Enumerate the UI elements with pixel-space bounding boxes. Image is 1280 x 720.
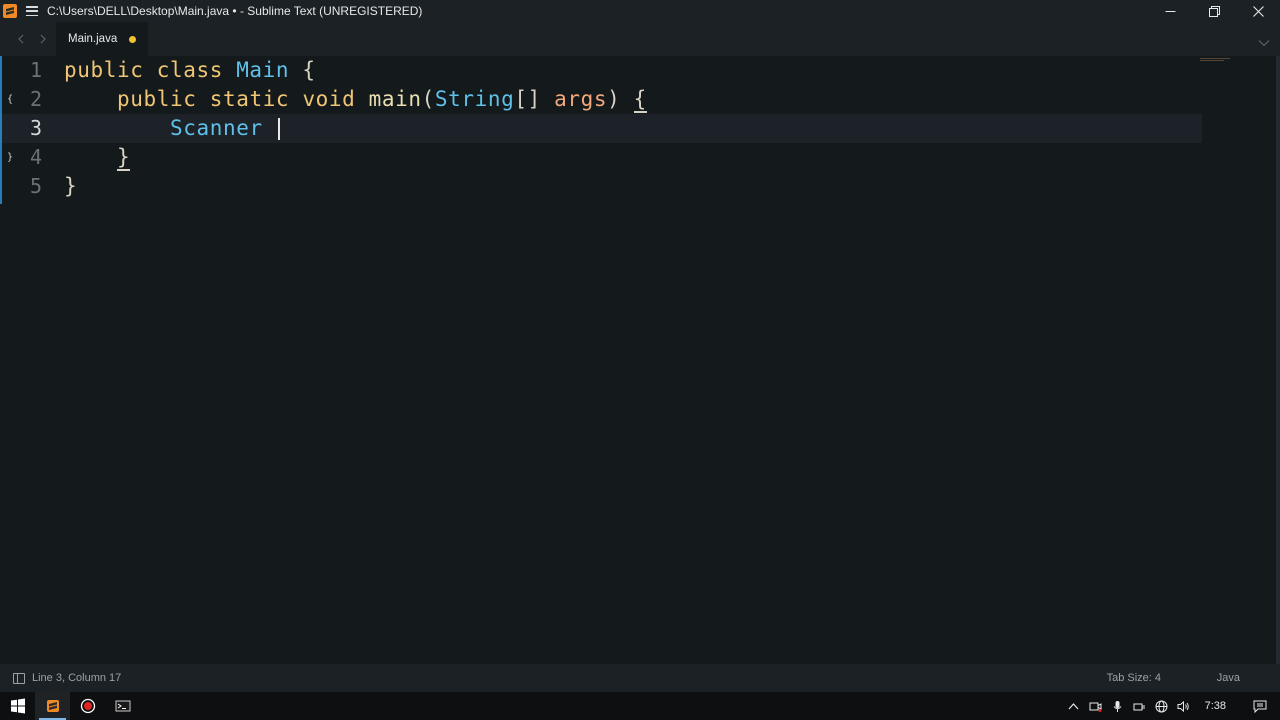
line-number: 5: [29, 174, 42, 198]
fold-open-icon[interactable]: {: [7, 94, 13, 105]
system-tray: 7:38: [1063, 692, 1280, 720]
array-brackets: []: [514, 87, 541, 111]
tray-camera[interactable]: [1085, 692, 1107, 720]
globe-icon: [1155, 700, 1168, 712]
show-hidden-icons-button[interactable]: [1063, 692, 1085, 720]
fold-close-icon[interactable]: }: [7, 152, 13, 163]
minimap[interactable]: [1200, 58, 1236, 64]
close-button[interactable]: [1236, 0, 1280, 22]
speaker-icon: [1177, 700, 1189, 712]
code-line-2: public static void main(String[] args) {: [117, 85, 647, 114]
text-cursor: [277, 118, 280, 140]
method-name: main: [368, 87, 422, 111]
parameter: args: [554, 87, 608, 111]
type-name: String: [434, 87, 515, 111]
tray-power[interactable]: [1129, 692, 1151, 720]
tab-list-button[interactable]: [1258, 34, 1270, 47]
power-plug-icon: [1133, 703, 1146, 710]
tray-network[interactable]: [1151, 692, 1173, 720]
keyword: static: [209, 87, 290, 111]
tab-bar: Main.java: [0, 22, 1280, 56]
window-title: C:\Users\DELL\Desktop\Main.java • - Subl…: [47, 4, 423, 18]
notification-icon: [1253, 700, 1267, 713]
class-name: Main: [236, 58, 290, 82]
brace: {: [302, 58, 316, 82]
record-icon: [80, 698, 95, 714]
tray-microphone[interactable]: [1107, 692, 1129, 720]
syntax-indicator[interactable]: Java: [1217, 672, 1240, 684]
restore-button[interactable]: [1192, 0, 1236, 22]
start-button[interactable]: [0, 692, 35, 720]
unsaved-dot-icon[interactable]: [129, 35, 137, 43]
chevron-down-icon: [1258, 40, 1270, 47]
panel-toggle-icon[interactable]: [13, 672, 25, 684]
code-line-5: }: [64, 172, 77, 201]
microphone-icon: [1113, 700, 1122, 712]
keyword: public: [64, 58, 144, 82]
type-name: Scanner: [170, 116, 263, 140]
keyword: void: [302, 87, 356, 111]
taskbar-recorder[interactable]: [70, 692, 105, 720]
vertical-scrollbar[interactable]: [1276, 56, 1280, 664]
brace: }: [64, 174, 78, 198]
tab-size-indicator[interactable]: Tab Size: 4: [1107, 672, 1161, 684]
sublime-text-icon: [46, 700, 59, 712]
taskbar-clock[interactable]: 7:38: [1195, 700, 1240, 712]
minimize-button[interactable]: [1148, 0, 1192, 22]
code-line-1: public class Main {: [64, 56, 316, 85]
action-center-button[interactable]: [1240, 692, 1280, 720]
sublime-logo-icon[interactable]: [3, 4, 17, 18]
nav-back-button[interactable]: [14, 32, 28, 46]
tray-volume[interactable]: [1173, 692, 1195, 720]
window-controls: [1148, 0, 1280, 22]
line-number: 1: [29, 58, 42, 82]
windows-taskbar: 7:38: [0, 692, 1280, 720]
close-icon: [1252, 5, 1264, 17]
windows-logo-icon: [10, 698, 25, 714]
brace-matched: }: [117, 145, 131, 171]
paren: (: [421, 87, 435, 111]
camera-icon: [1089, 702, 1102, 712]
minimize-icon: [1165, 10, 1175, 12]
cursor-position[interactable]: Line 3, Column 17: [32, 672, 121, 684]
nav-forward-button[interactable]: [36, 32, 50, 46]
line-number-active: 3: [29, 116, 42, 140]
status-bar: Line 3, Column 17 Tab Size: 4 Java: [0, 664, 1280, 692]
terminal-icon: [115, 700, 130, 712]
restore-icon: [1208, 5, 1220, 17]
code-line-3: Scanner: [170, 114, 280, 143]
code-editor[interactable]: 1 2 3 4 5 { } public class Main { public…: [0, 56, 1276, 664]
chevron-right-icon: [40, 34, 46, 44]
paren: ): [607, 87, 621, 111]
code-line-4: }: [117, 143, 131, 172]
keyword: public: [117, 87, 197, 111]
taskbar-sublime[interactable]: [35, 692, 70, 720]
title-bar: C:\Users\DELL\Desktop\Main.java • - Subl…: [0, 0, 1280, 22]
taskbar-terminal[interactable]: [105, 692, 140, 720]
chevron-up-icon: [1068, 702, 1079, 709]
menu-icon[interactable]: [26, 6, 38, 16]
brace-matched: {: [633, 87, 647, 113]
chevron-left-icon: [18, 34, 24, 44]
keyword: class: [156, 58, 223, 82]
tab-label: Main.java: [68, 33, 118, 45]
tab-main-java[interactable]: Main.java: [56, 22, 149, 56]
